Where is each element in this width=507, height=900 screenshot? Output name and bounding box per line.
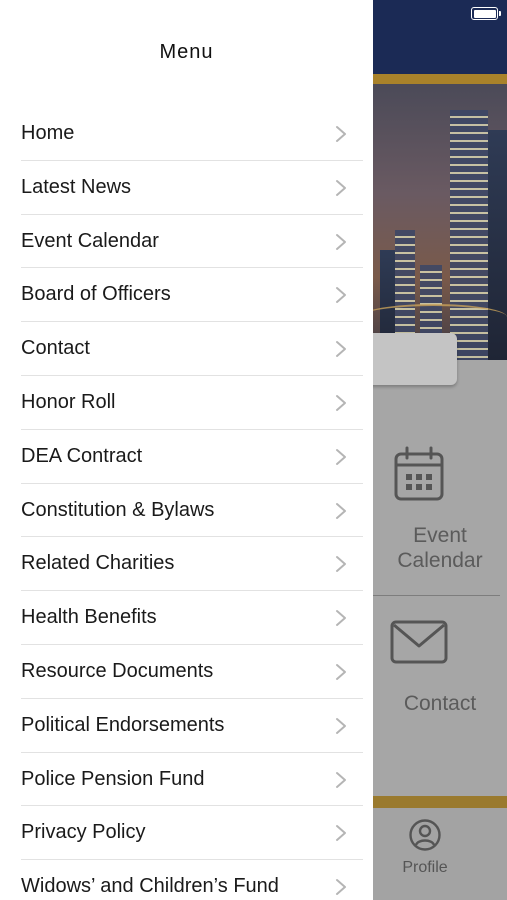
menu-item-event-calendar[interactable]: Event Calendar: [0, 215, 373, 269]
tab-profile-label: Profile: [402, 859, 448, 876]
chevron-right-icon: [336, 556, 346, 573]
event-tile-label-line1: Event: [413, 524, 467, 547]
chevron-right-icon: [336, 771, 346, 788]
menu-item-contact[interactable]: Contact: [0, 322, 373, 376]
envelope-icon: [390, 620, 448, 664]
chevron-right-icon: [336, 825, 346, 842]
menu-item-label: Honor Roll: [21, 390, 116, 413]
chevron-right-icon: [336, 341, 346, 358]
menu-item-label: Widows’ and Children’s Fund: [21, 875, 279, 898]
menu-item-label: Political Endorsements: [21, 713, 225, 736]
side-drawer-menu: Menu Home Latest News Event Calendar Board …: [0, 0, 373, 900]
menu-item-home[interactable]: Home: [0, 107, 373, 161]
chevron-right-icon: [336, 610, 346, 627]
menu-item-health-benefits[interactable]: Health Benefits: [0, 591, 373, 645]
menu-item-widows-and-children-s-fund[interactable]: Widows’ and Children’s Fund: [0, 860, 373, 900]
calendar-icon: [394, 446, 444, 501]
tab-profile[interactable]: Profile: [390, 818, 460, 877]
menu-item-honor-roll[interactable]: Honor Roll: [0, 376, 373, 430]
menu-item-board-of-officers[interactable]: Board of Officers: [0, 268, 373, 323]
tile-divider: [373, 595, 500, 596]
contact-tile-label: Contact: [403, 692, 477, 715]
menu-item-label: Related Charities: [21, 552, 175, 575]
menu-item-label: Privacy Policy: [21, 821, 146, 844]
menu-item-label: Contact: [21, 337, 90, 360]
chevron-right-icon: [336, 394, 346, 411]
chevron-right-icon: [336, 126, 346, 142]
menu-item-resource-documents[interactable]: Resource Documents: [0, 645, 373, 699]
menu-item-dea-contract[interactable]: DEA Contract: [0, 430, 373, 484]
menu-item-privacy-policy[interactable]: Privacy Policy: [0, 806, 373, 861]
menu-list: Home Latest News Event Calendar Board of Of…: [0, 107, 373, 900]
menu-item-related-charities[interactable]: Related Charities: [0, 537, 373, 592]
chevron-right-icon: [336, 179, 346, 196]
menu-item-latest-news[interactable]: Latest News: [0, 161, 373, 215]
chevron-right-icon: [336, 717, 346, 734]
menu-item-label: Health Benefits: [21, 606, 157, 629]
menu-item-label: Latest News: [21, 175, 132, 198]
chevron-right-icon: [336, 448, 346, 465]
menu-item-label: Home: [21, 122, 75, 144]
user-circle-icon: [409, 819, 441, 851]
menu-item-political-endorsements[interactable]: Political Endorsements: [0, 699, 373, 753]
battery-icon: [471, 7, 498, 20]
menu-item-label: Resource Documents: [21, 659, 214, 682]
contact-tile[interactable]: Contact: [373, 615, 507, 725]
chevron-right-icon: [336, 663, 346, 680]
menu-item-label: Board of Officers: [21, 283, 171, 306]
battery-tip: [499, 11, 501, 16]
menu-item-label: DEA Contract: [21, 444, 143, 467]
event-tile-label-line2: Calendar: [397, 549, 483, 572]
event-calendar-tile[interactable]: Event Calendar: [373, 440, 507, 590]
chevron-right-icon: [336, 233, 346, 250]
menu-item-label: Police Pension Fund: [21, 767, 205, 790]
menu-item-constitution-bylaws[interactable]: Constitution & Bylaws: [0, 484, 373, 538]
menu-item-label: Constitution & Bylaws: [21, 498, 215, 521]
menu-item-label: Event Calendar: [21, 229, 159, 252]
chevron-right-icon: [336, 287, 346, 304]
menu-item-police-pension-fund[interactable]: Police Pension Fund: [0, 753, 373, 807]
chevron-right-icon: [336, 502, 346, 519]
menu-title: Menu: [159, 41, 214, 63]
chevron-right-icon: [336, 879, 346, 896]
